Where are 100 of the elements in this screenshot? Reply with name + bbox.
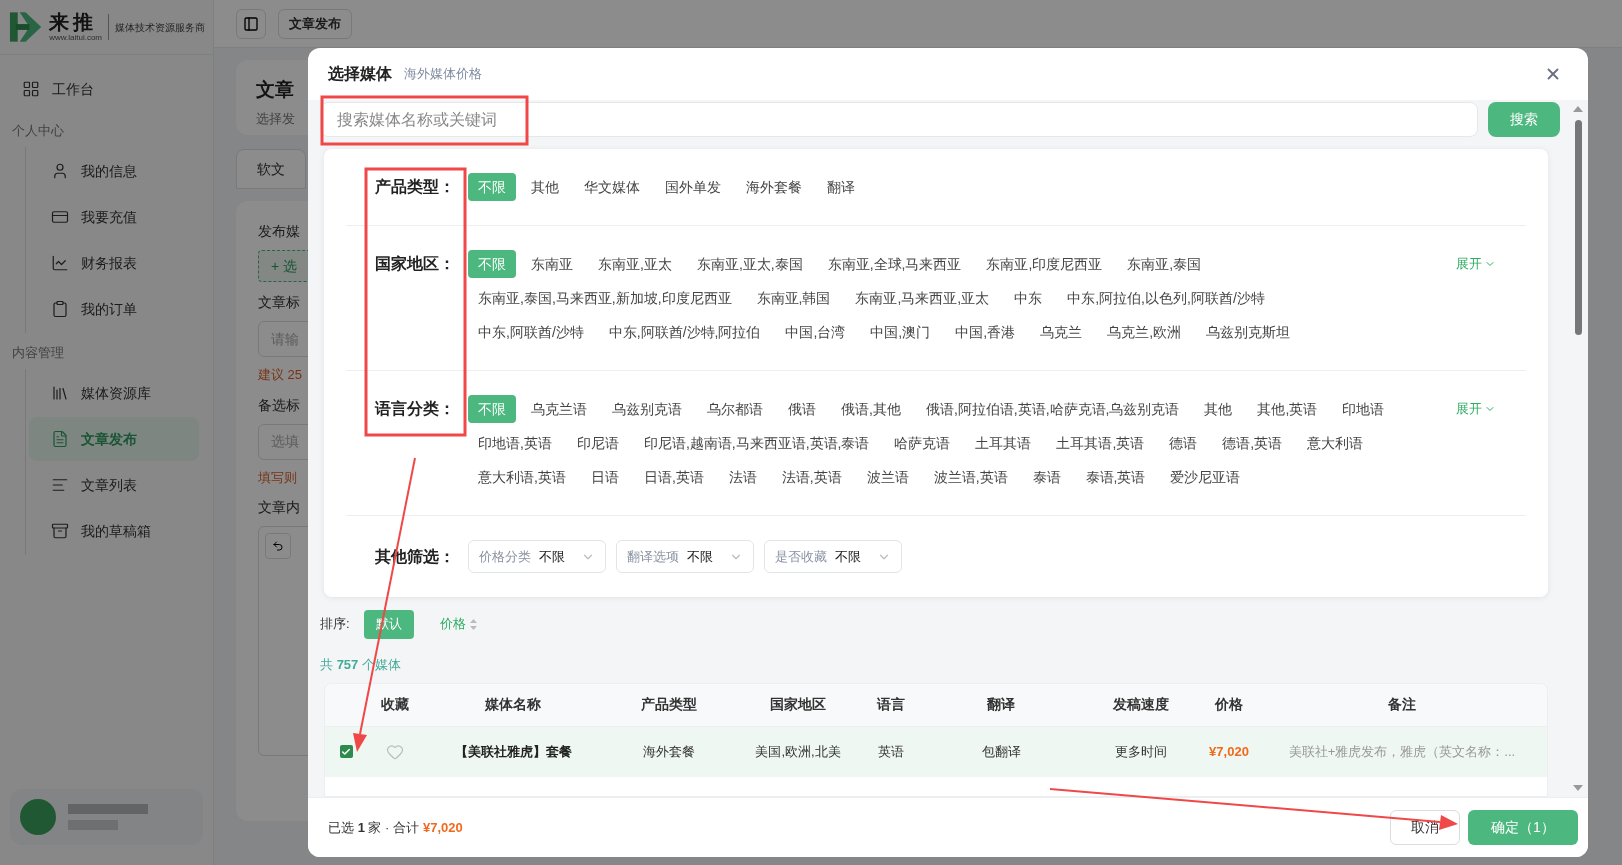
filter-option[interactable]: 乌克兰 — [1030, 318, 1093, 346]
filter-label: 国家地区： — [375, 254, 455, 274]
filter-option[interactable]: 日语,英语 — [633, 463, 714, 491]
filter-dropdown[interactable]: 翻译选项 不限 — [616, 540, 754, 573]
filter-option[interactable]: 乌克兰,欧洲 — [1097, 318, 1191, 346]
filter-option[interactable]: 印尼语,越南语,马来西亚语,英语,泰语 — [633, 429, 880, 457]
filter-option[interactable]: 中东,阿拉伯,以色列,阿联酋/沙特 — [1057, 284, 1275, 312]
scrollbar-thumb[interactable] — [1574, 120, 1582, 335]
sidebar-item[interactable]: 媒体资源库 — [29, 371, 199, 415]
sidebar-item[interactable]: 财务报表 — [29, 241, 199, 285]
panel-icon — [243, 15, 259, 32]
filter-option[interactable]: 其他 — [1194, 395, 1243, 423]
table-row[interactable]: 【美联社雅虎】套餐 海外套餐 美国,欧洲,北美 英语 包翻译 更多时间 ¥7,020 美联社+雅虎发布，雅虎（英文名称：... — [325, 726, 1547, 777]
sidebar-toggle-button[interactable] — [236, 8, 266, 39]
filter-option[interactable]: 东南亚,全球,马来西亚 — [817, 250, 972, 278]
filter-option[interactable]: 东南亚,马来西亚,亚太 — [845, 284, 1000, 312]
filter-option[interactable]: 意大利语 — [1297, 429, 1374, 457]
filter-dropdown[interactable]: 价格分类 不限 — [468, 540, 606, 573]
filter-option[interactable]: 波兰语 — [856, 463, 919, 491]
filter-option[interactable]: 其他,英语 — [1247, 395, 1328, 423]
filter-option[interactable]: 印地语 — [1332, 395, 1395, 423]
filter-option[interactable]: 中东,阿联酋/沙特 — [468, 318, 594, 346]
filter-dropdown[interactable]: 是否收藏 不限 — [764, 540, 902, 573]
scroll-down-icon[interactable] — [1573, 785, 1583, 791]
page-title: 文章 — [256, 78, 294, 102]
column-header: 备注 — [1387, 695, 1417, 714]
filter-option[interactable]: 乌克兰语 — [521, 395, 597, 423]
filter-option[interactable]: 中国,香港 — [945, 318, 1026, 346]
filter-option[interactable]: 印尼语 — [566, 429, 629, 457]
filter-option[interactable]: 东南亚,韩国 — [746, 284, 841, 312]
sidebar-item[interactable]: 我的信息 — [29, 149, 199, 193]
filter-option[interactable]: 德语 — [1159, 429, 1208, 457]
filter-option[interactable]: 东南亚,亚太 — [588, 250, 682, 278]
dropdown-value: 不限 — [835, 547, 861, 566]
content-tab[interactable]: 软文 — [236, 149, 306, 189]
heart-icon[interactable] — [386, 742, 404, 761]
filter-option[interactable]: 波兰语,英语 — [923, 463, 1018, 491]
filter-option[interactable]: 东南亚,亚太,泰国 — [686, 250, 813, 278]
filter-option[interactable]: 华文媒体 — [574, 173, 650, 201]
filter-option[interactable]: 土耳其语 — [965, 429, 1042, 457]
filter-option[interactable]: 哈萨克语 — [884, 429, 961, 457]
search-field[interactable]: 搜索媒体名称或关键词 — [320, 102, 1478, 137]
column-header: 收藏 — [380, 695, 410, 714]
table-cell-text: 海外套餐 — [642, 742, 696, 761]
filter-option[interactable]: 东南亚,泰国 — [1117, 250, 1212, 278]
dropdown-label: 翻译选项 — [627, 547, 679, 566]
row-checkbox[interactable] — [339, 745, 353, 758]
filter-option[interactable]: 日语 — [580, 463, 629, 491]
filter-option[interactable]: 中东,阿联酋/沙特,阿拉伯 — [598, 318, 771, 346]
filter-option[interactable]: 翻译 — [817, 173, 865, 201]
filter-option[interactable]: 中国,台湾 — [775, 318, 856, 346]
filter-option[interactable]: 俄语,其他 — [831, 395, 911, 423]
filter-option[interactable]: 印地语,英语 — [468, 429, 562, 457]
sidebar-item[interactable]: 我的订单 — [29, 287, 199, 331]
filter-option[interactable]: 法语,英语 — [771, 463, 852, 491]
column-header: 翻译 — [986, 695, 1016, 714]
field-hint: 建议 25 — [258, 366, 303, 384]
field-label: 备选标 — [258, 395, 300, 415]
table-cell-text: 【美联社雅虎】套餐 — [453, 742, 573, 761]
filter-option[interactable]: 其他 — [521, 173, 569, 201]
filter-option[interactable]: 法语 — [718, 463, 767, 491]
table-cell-text: 英语 — [877, 742, 905, 761]
filter-option[interactable]: 中东 — [1004, 284, 1053, 312]
sidebar-item[interactable]: 我的草稿箱 — [29, 509, 199, 553]
filter-option[interactable]: 国外单发 — [655, 173, 731, 201]
filter-option[interactable]: 海外套餐 — [736, 173, 812, 201]
column-header: 产品类型 — [640, 695, 698, 714]
page-tab[interactable]: 文章发布 — [278, 8, 352, 39]
filter-option[interactable]: 中国,澳门 — [860, 318, 941, 346]
field-hint: 填写则 — [258, 468, 297, 487]
filter-option[interactable]: 东南亚,印度尼西亚 — [976, 250, 1113, 278]
total-price: ¥7,020 — [423, 818, 463, 837]
undo-button[interactable] — [265, 533, 291, 559]
filter-option[interactable]: 泰语 — [1022, 463, 1071, 491]
filter-option[interactable]: 土耳其语,英语 — [1046, 429, 1155, 457]
cancel-button[interactable]: 取消 — [1390, 810, 1460, 845]
scroll-up-icon[interactable] — [1573, 106, 1583, 112]
card-icon — [51, 208, 69, 226]
selection-summary: 已选 1 家 · 合计 — [328, 818, 420, 837]
filter-option[interactable]: 乌兹别克斯坦 — [1196, 318, 1300, 346]
dropdown-value: 不限 — [687, 547, 713, 566]
filter-option[interactable]: 意大利语,英语 — [468, 463, 576, 491]
user-icon — [51, 162, 69, 180]
field-label: 发布媒 — [258, 222, 300, 241]
filter-option[interactable]: 东南亚 — [521, 250, 583, 278]
filter-option[interactable]: 德语,英语 — [1212, 429, 1293, 457]
filter-option[interactable]: 俄语,阿拉伯语,英语,哈萨克语,乌兹别克语 — [915, 395, 1190, 423]
sidebar-item[interactable]: 工作台 — [4, 67, 209, 111]
filter-option[interactable]: 俄语 — [778, 395, 826, 423]
dialog-subtitle: 海外媒体价格 — [404, 65, 482, 84]
dialog-title: 选择媒体 — [328, 64, 392, 84]
filter-option[interactable]: 乌尔都语 — [697, 395, 773, 423]
sidebar-item[interactable]: 我要充值 — [29, 195, 199, 239]
sidebar-item[interactable]: 文章列表 — [29, 463, 199, 507]
avatar[interactable] — [20, 799, 56, 835]
filter-option[interactable]: 乌兹别克语 — [602, 395, 692, 423]
filter-option[interactable]: 泰语,英语 — [1075, 463, 1156, 491]
field-label: 文章标 — [258, 293, 300, 312]
filter-option[interactable]: 爱沙尼亚语 — [1160, 463, 1251, 491]
filter-option[interactable]: 东南亚,泰国,马来西亚,新加坡,印度尼西亚 — [468, 284, 742, 312]
